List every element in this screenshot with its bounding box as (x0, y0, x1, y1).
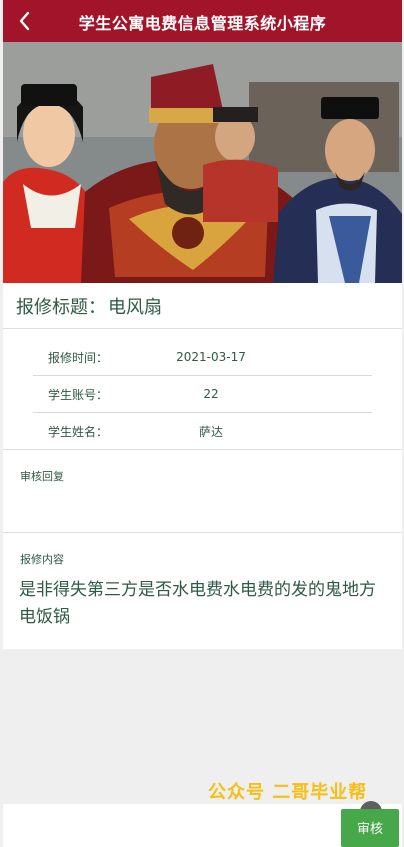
page-title: 学生公寓电费信息管理系统小程序 (78, 14, 327, 33)
info-label: 报修时间： (48, 350, 109, 365)
info-value: 萨达 (198, 424, 223, 439)
review-section: 审核回复 (3, 449, 402, 532)
info-row-name: 学生姓名： 萨达 (33, 413, 372, 449)
content-label: 报修内容 (20, 553, 64, 566)
info-list: 报修时间： 2021-03-17 学生账号： 22 学生姓名： 萨达 (3, 329, 402, 449)
audit-button[interactable]: 审核 (341, 809, 399, 847)
info-row-account: 学生账号： 22 (33, 376, 372, 413)
review-label: 审核回复 (20, 470, 64, 483)
content-section: 报修内容 是非得失第三方是否水电费水电费的发的鬼地方电饭锅 (3, 532, 402, 649)
info-row-time: 报修时间： 2021-03-17 (33, 339, 372, 376)
content-text: 是非得失第三方是否水电费水电费的发的鬼地方电饭锅 (19, 580, 376, 627)
repair-title-value: 电风扇 (108, 296, 162, 318)
repair-title: 报修标题： 电风扇 (3, 283, 402, 329)
app-frame: 学生公寓电费信息管理系统小程序 报修标题： 电风扇 报修时间： 2021-03-… (3, 0, 402, 847)
watermark: 公众号 二哥毕业帮 (208, 782, 368, 803)
top-bar: 学生公寓电费信息管理系统小程序 (3, 0, 402, 42)
info-value: 22 (203, 387, 219, 401)
banner-image[interactable] (3, 42, 402, 283)
info-label: 学生姓名： (48, 424, 109, 439)
repair-title-label: 报修标题： (16, 296, 106, 318)
info-label: 学生账号： (48, 387, 109, 402)
detail-card: 报修标题： 电风扇 报修时间： 2021-03-17 学生账号： 22 学生姓名… (3, 283, 402, 649)
review-text (3, 484, 402, 532)
info-value: 2021-03-17 (176, 350, 246, 364)
